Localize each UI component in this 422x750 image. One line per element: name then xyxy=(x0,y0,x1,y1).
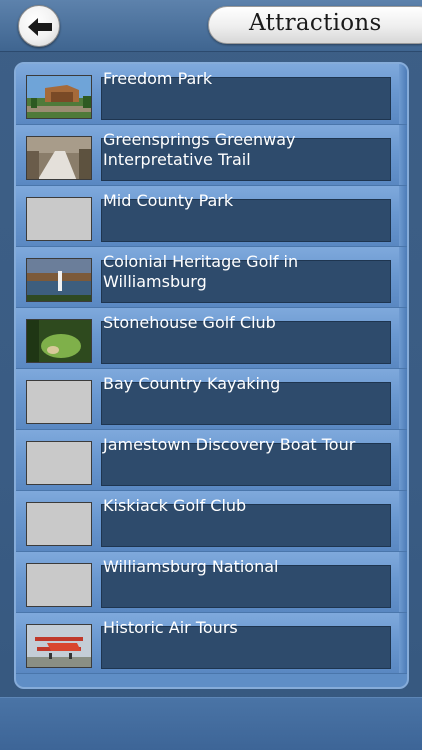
placeholder-thumbnail xyxy=(26,197,92,241)
placeholder-thumbnail xyxy=(26,441,92,485)
freedom-park-thumbnail xyxy=(26,75,92,119)
bottom-bar xyxy=(0,697,422,750)
list-item-label: Kiskiack Golf Club xyxy=(103,496,247,515)
list-item-label: Colonial Heritage Golf in Williamsburg xyxy=(103,252,299,291)
row-edge xyxy=(399,613,407,673)
list-item-label: Williamsburg National xyxy=(103,557,279,576)
list-item[interactable]: Mid County Park xyxy=(16,186,407,247)
row-edge xyxy=(399,552,407,612)
list-item-label: Greensprings Greenway Interpretative Tra… xyxy=(103,130,296,169)
row-edge xyxy=(399,491,407,551)
row-edge xyxy=(399,186,407,246)
list-item[interactable]: Kiskiack Golf Club xyxy=(16,491,407,552)
row-edge xyxy=(399,247,407,307)
left-arrow-icon xyxy=(28,18,52,36)
placeholder-thumbnail xyxy=(26,380,92,424)
stonehouse-golf-thumbnail xyxy=(26,319,92,363)
list-item-label: Stonehouse Golf Club xyxy=(103,313,276,332)
list-item[interactable]: Historic Air Tours xyxy=(16,613,407,674)
page-title: Attractions xyxy=(249,10,382,36)
row-edge xyxy=(399,369,407,429)
placeholder-thumbnail xyxy=(26,502,92,546)
title-pill: Attractions xyxy=(208,6,422,44)
list-item[interactable]: Jamestown Discovery Boat Tour xyxy=(16,430,407,491)
list-item[interactable]: Williamsburg National xyxy=(16,552,407,613)
list-item-label: Bay Country Kayaking xyxy=(103,374,281,393)
list-item[interactable]: Freedom Park xyxy=(16,64,407,125)
list-item[interactable]: Colonial Heritage Golf in Williamsburg xyxy=(16,247,407,308)
list-item-label: Mid County Park xyxy=(103,191,234,210)
list-item-label: Jamestown Discovery Boat Tour xyxy=(103,435,356,454)
biplane-thumbnail xyxy=(26,624,92,668)
placeholder-thumbnail xyxy=(26,563,92,607)
list-item[interactable]: Bay Country Kayaking xyxy=(16,369,407,430)
attractions-list: Freedom Park Greensprings Greenway Inter… xyxy=(14,62,409,689)
top-nav-bar: Attractions xyxy=(0,0,422,52)
colonial-heritage-golf-thumbnail xyxy=(26,258,92,302)
row-edge xyxy=(399,308,407,368)
row-edge xyxy=(399,64,407,124)
row-edge xyxy=(399,125,407,185)
list-item[interactable]: Stonehouse Golf Club xyxy=(16,308,407,369)
list-item[interactable]: Greensprings Greenway Interpretative Tra… xyxy=(16,125,407,186)
list-item-label: Freedom Park xyxy=(103,69,213,88)
row-edge xyxy=(399,430,407,490)
back-button[interactable] xyxy=(18,5,60,47)
greenway-trail-thumbnail xyxy=(26,136,92,180)
list-item-label: Historic Air Tours xyxy=(103,618,238,637)
